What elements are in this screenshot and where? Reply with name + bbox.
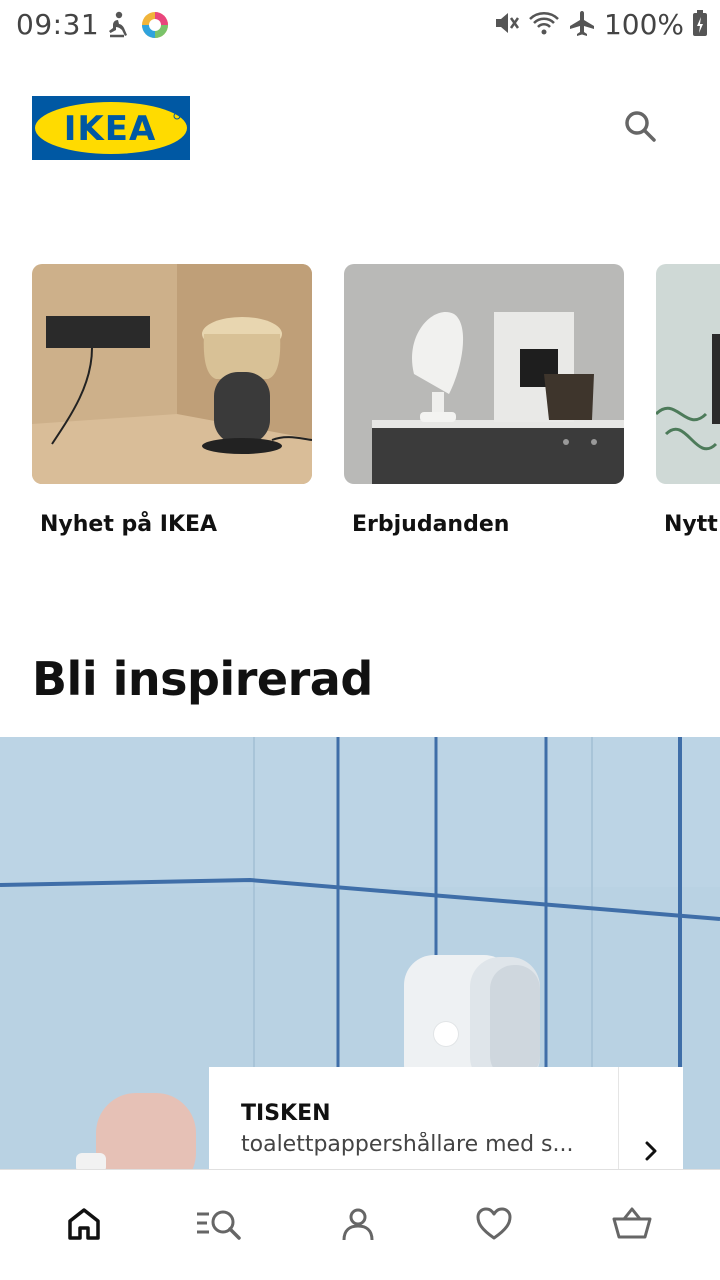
card-title: Nytt [664,512,718,537]
product-card[interactable]: TISKEN toalettpappershållare med s... [209,1067,683,1169]
app-icon [140,10,170,44]
browse-icon [195,1206,245,1246]
search-button[interactable] [618,106,662,150]
mute-icon [492,9,520,41]
product-description: toalettpappershållare med s... [241,1132,574,1157]
nav-browse[interactable] [190,1200,250,1252]
battery-charging-icon [692,9,708,41]
favorites-icon [475,1206,513,1246]
wifi-icon [528,9,560,41]
product-name: TISKEN [241,1101,331,1126]
product-info[interactable]: TISKEN toalettpappershållare med s... [209,1067,619,1169]
battery-text: 100% [603,8,684,41]
card-new[interactable]: Nytt [656,264,720,537]
airplane-icon [568,9,596,41]
card-image-plants [656,264,720,484]
cart-icon [612,1206,652,1246]
product-hotspot[interactable] [434,1022,458,1046]
profile-icon [340,1206,376,1246]
card-title: Nyhet på IKEA [40,512,218,537]
accessibility-icon [106,11,130,43]
card-new-at-ikea[interactable]: Nyhet på IKEA [32,264,312,537]
search-icon [623,109,657,147]
chevron-right-icon [643,1139,659,1167]
bottom-navigation [0,1169,720,1280]
svg-text:IKEA: IKEA [64,109,157,149]
card-offers[interactable]: Erbjudanden [344,264,624,537]
section-title: Bli inspirerad [32,652,373,706]
product-next-button[interactable] [619,1067,683,1169]
card-title: Erbjudanden [352,512,510,537]
status-bar: 09:31 100% [0,0,720,50]
nav-home[interactable] [54,1200,114,1252]
ikea-logo: IKEA [32,96,190,160]
category-carousel[interactable]: Nyhet på IKEA Erbjudanden Nytt [32,264,720,554]
nav-cart[interactable] [602,1200,662,1252]
nav-favorites[interactable] [464,1200,524,1252]
card-image-lamp-art [344,264,624,484]
status-time: 09:31 [16,8,100,41]
home-icon [66,1206,102,1246]
card-image-speaker-lamp [32,264,312,484]
nav-profile[interactable] [328,1200,388,1252]
